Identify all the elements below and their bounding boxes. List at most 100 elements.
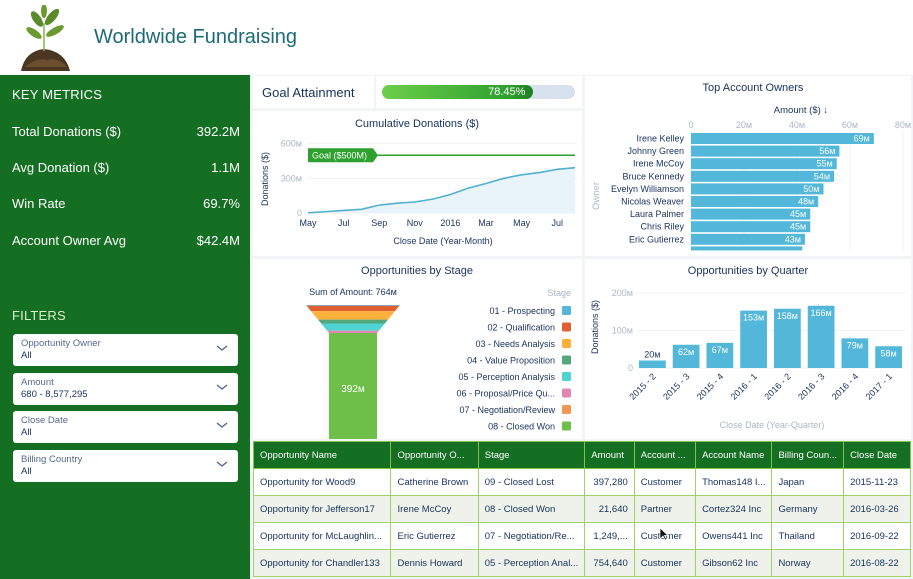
bar-value-label: 153м	[743, 313, 764, 323]
legend-label[interactable]: 04 - Value Proposition	[467, 356, 555, 366]
filter-close-date[interactable]: Close Date All	[13, 411, 238, 443]
filters-title: FILTERS	[12, 308, 66, 323]
legend-swatch	[562, 421, 571, 431]
chart-title: Opportunities by Quarter	[688, 265, 809, 277]
table-cell: Germany	[771, 495, 845, 523]
bar-value-label: 50м	[803, 184, 819, 194]
goal-attainment-label-panel: Goal Attainment	[253, 76, 374, 108]
table-row[interactable]: Opportunity for McLaughlin... Eric Gutier…	[252, 522, 911, 550]
goal-progress-text: 78.45%	[488, 86, 526, 98]
legend-label[interactable]: 06 - Proposal/Price Qu...	[456, 389, 555, 399]
table-cell: 754,640	[584, 549, 635, 577]
bar-value-label: 45м	[790, 209, 806, 219]
column-header[interactable]: Billing Coun...	[771, 441, 845, 469]
x-axis-label[interactable]: Amount ($) ↓	[774, 105, 828, 116]
column-header[interactable]: Account Name	[695, 441, 773, 469]
bar[interactable]	[691, 133, 874, 144]
x-tick-label: 2016	[440, 218, 460, 228]
legend-swatch	[562, 355, 571, 365]
table-cell: Catherine Brown	[390, 468, 479, 496]
goal-progress-fill: 78.45%	[382, 85, 534, 99]
metric-total-donations: Total Donations ($) 392.2M	[12, 124, 240, 139]
bar[interactable]	[639, 360, 666, 369]
table-cell: Japan	[771, 468, 845, 496]
legend-label[interactable]: 08 - Closed Won	[488, 422, 555, 432]
funnel-segment[interactable]	[306, 305, 400, 306]
table-cell: Opportunity for Chandler133	[252, 549, 392, 577]
table-cell: 21,640	[584, 495, 635, 523]
chevron-down-icon	[216, 384, 228, 390]
funnel-segment[interactable]	[318, 319, 388, 324]
opportunities-by-stage-chart: Opportunities by Stage Sum of Amount: 76…	[306, 265, 571, 466]
legend-label[interactable]: 07 - Negotiation/Review	[459, 405, 555, 415]
x-tick-label: 40м	[789, 120, 805, 130]
table-cell: 397,280	[584, 468, 635, 496]
legend-swatch	[562, 322, 571, 332]
x-tick-label: May	[513, 218, 531, 228]
bar[interactable]	[691, 145, 840, 157]
table-row[interactable]: Opportunity for Jefferson17 Irene McCoy 08…	[252, 495, 911, 523]
bar[interactable]	[691, 158, 837, 170]
bar-value-label: 158м	[777, 311, 798, 321]
table-cell: Cortez324 Inc	[695, 495, 773, 523]
x-tick-label: 2016 - 3	[796, 371, 826, 401]
column-header[interactable]: Opportunity Name	[252, 441, 392, 469]
column-header[interactable]: Account ...	[633, 441, 697, 469]
column-header[interactable]: Amount	[584, 441, 635, 469]
funnel-subtitle: Sum of Amount: 764м	[309, 287, 397, 297]
bar-value-label: 58м	[881, 348, 897, 358]
legend-title: Stage	[547, 288, 571, 298]
opportunities-by-quarter-panel: Opportunities by Quarter Donations ($) C…	[585, 259, 911, 439]
table-row[interactable]: Opportunity for Wood9 Catherine Brown 09 -…	[252, 468, 911, 496]
bar[interactable]	[691, 170, 835, 182]
metric-label: Account Owner Avg	[12, 233, 126, 248]
x-tick-label: 80м	[895, 120, 911, 130]
column-header[interactable]: Stage	[477, 441, 586, 469]
x-tick-label: Sep	[371, 218, 387, 228]
filter-value: 680 - 8,577,295	[21, 389, 88, 400]
column-header[interactable]: Close Date	[843, 441, 911, 469]
funnel-segment[interactable]	[327, 330, 379, 333]
funnel-segment[interactable]	[321, 323, 385, 331]
mouse-cursor-icon	[659, 527, 669, 541]
legend-label[interactable]: 02 - Qualification	[487, 323, 555, 333]
filter-label: Opportunity Owner	[21, 338, 101, 349]
table-cell: 2016-09-22	[843, 522, 911, 550]
legend-swatch	[562, 405, 571, 414]
goal-progress-bar: 78.45%	[382, 85, 575, 99]
legend-label[interactable]: 05 - Perception Analysis	[458, 372, 555, 382]
x-tick-label: Jul	[551, 218, 563, 228]
funnel-segment[interactable]	[306, 305, 400, 312]
bar-value-label: 55м	[817, 159, 833, 169]
category-label: Bruce Kennedy	[622, 171, 684, 181]
dashboard-title: Worldwide Fundraising	[94, 26, 298, 48]
category-label: Irene McCoy	[633, 159, 685, 169]
category-label: Laura Palmer	[630, 209, 684, 219]
legend-swatch	[562, 339, 571, 348]
table-cell: 09 - Closed Lost	[477, 468, 586, 496]
filter-billing-country[interactable]: Billing Country All	[13, 450, 238, 482]
legend-label[interactable]: 01 - Prospecting	[489, 306, 555, 316]
filter-label: Amount	[21, 377, 54, 388]
filter-opportunity-owner[interactable]: Opportunity Owner All	[13, 334, 238, 366]
top-account-owners-chart: Top Account Owners Amount ($) ↓ Owner 0 2…	[591, 82, 911, 251]
y-axis-label: Donations ($)	[590, 300, 600, 354]
bar[interactable]	[691, 246, 803, 251]
opportunities-by-quarter-chart: Opportunities by Quarter Donations ($) C…	[590, 265, 907, 430]
segment-label: 392м	[341, 384, 365, 395]
table-cell: Owens441 Inc	[695, 522, 773, 550]
table-row[interactable]: Opportunity for Chandler133 Dennis Howard…	[252, 549, 911, 577]
legend-label[interactable]: 03 - Needs Analysis	[475, 339, 555, 349]
filter-amount[interactable]: Amount 680 - 8,577,295	[13, 373, 238, 405]
metric-label: Win Rate	[12, 196, 66, 211]
top-account-owners-panel: Top Account Owners Amount ($) ↓ Owner 0 2…	[585, 76, 911, 256]
funnel-segment[interactable]	[311, 311, 395, 320]
table-header-row: Opportunity Name Opportunity O... Stage Amo…	[252, 441, 911, 469]
category-label: Johnny Green	[627, 146, 684, 156]
metric-avg-donation: Avg Donation ($) 1.1M	[12, 160, 240, 175]
x-tick-label: 60м	[842, 120, 858, 130]
chart-title: Cumulative Donations ($)	[355, 118, 479, 130]
column-header[interactable]: Opportunity O...	[390, 441, 479, 469]
category-label: Nicolas Weaver	[621, 197, 684, 207]
table-cell: Dennis Howard	[390, 549, 479, 577]
